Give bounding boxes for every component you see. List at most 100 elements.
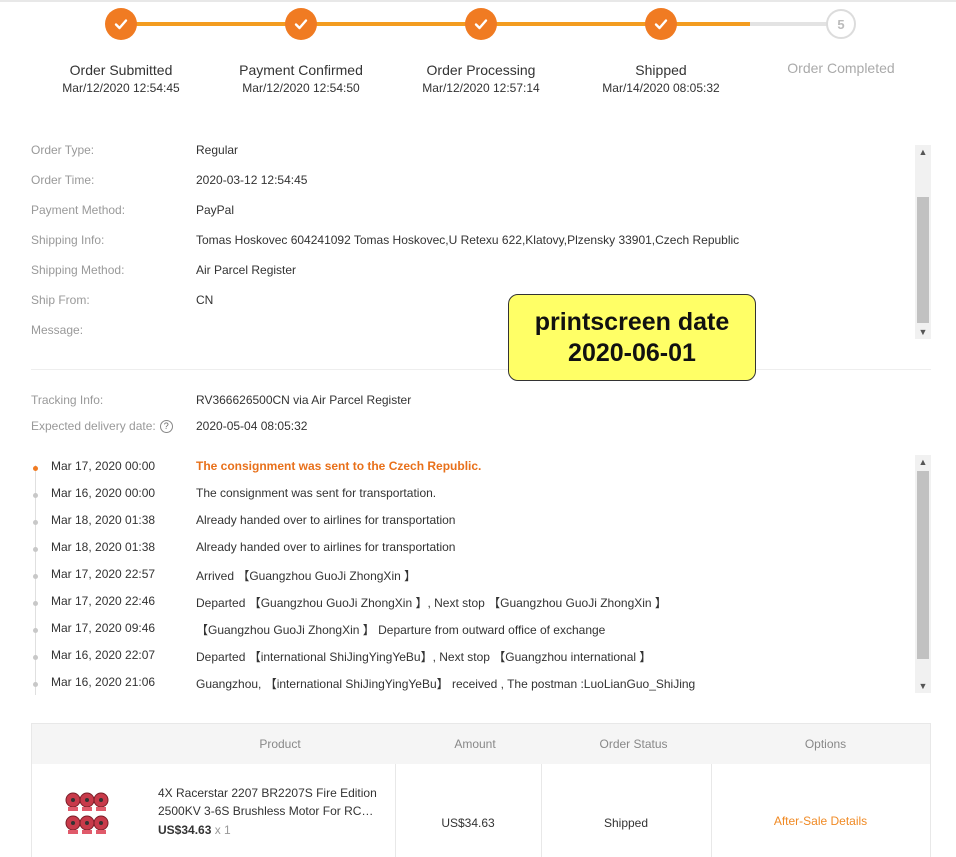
step-name: Payment Confirmed <box>239 62 363 78</box>
info-row-ship-from: Ship From: CN <box>31 293 911 311</box>
info-row-shipping-method: Shipping Method: Air Parcel Register <box>31 263 911 281</box>
info-row-order-type: Order Type: Regular <box>31 143 911 161</box>
step-date: Mar/12/2020 12:54:50 <box>242 81 360 95</box>
product-price: US$34.63 x 1 <box>158 823 231 837</box>
info-row-payment-method: Payment Method: PayPal <box>31 203 911 221</box>
info-label: Shipping Method: <box>31 263 125 277</box>
event-time: Mar 17, 2020 09:46 <box>51 621 156 635</box>
step-name: Order Completed <box>787 60 895 76</box>
check-icon <box>285 8 317 40</box>
expected-delivery-label: Expected delivery date: ? <box>31 419 173 433</box>
scroll-up-icon[interactable]: ▲ <box>915 145 931 159</box>
section-divider <box>31 369 931 370</box>
timeline-event: Mar 18, 2020 01:38 Already handed over t… <box>31 513 911 531</box>
step-order-submitted: Order Submitted Mar/12/2020 12:54:45 <box>31 0 211 95</box>
scrollbar-thumb[interactable] <box>917 471 929 659</box>
check-icon <box>465 8 497 40</box>
note-line: 2020-06-01 <box>568 338 696 367</box>
scroll-down-icon[interactable]: ▼ <box>915 325 931 339</box>
info-label: Order Type: <box>31 143 95 157</box>
timeline-dot-icon <box>33 466 38 471</box>
step-date: Mar/14/2020 08:05:32 <box>602 81 720 95</box>
event-time: Mar 17, 2020 22:46 <box>51 594 156 608</box>
info-row-order-time: Order Time: 2020-03-12 12:54:45 <box>31 173 911 191</box>
event-description: 【Guangzhou GuoJi ZhongXin 】 Departure fr… <box>196 623 606 637</box>
step-number-badge: 5 <box>826 9 856 39</box>
timeline-event: Mar 18, 2020 01:38 Already handed over t… <box>31 540 911 558</box>
step-order-processing: Order Processing Mar/12/2020 12:57:14 <box>391 0 571 95</box>
info-label: Message: <box>31 323 84 337</box>
event-description: The consignment was sent for transportat… <box>196 486 437 500</box>
tracking-scrollbar[interactable]: ▲ ▼ <box>915 455 931 693</box>
timeline-event: Mar 16, 2020 22:07 Departed 【internation… <box>31 648 911 666</box>
tracking-label: Tracking Info: <box>31 393 104 407</box>
tracking-info-row: Tracking Info: RV366626500CN via Air Par… <box>31 393 911 411</box>
timeline-event: Mar 17, 2020 00:00 The consignment was s… <box>31 459 911 477</box>
event-description: Departed 【Guangzhou GuoJi ZhongXin 】, Ne… <box>196 596 667 610</box>
step-name: Shipped <box>635 62 687 78</box>
event-time: Mar 16, 2020 22:07 <box>51 648 156 662</box>
product-title-link[interactable]: 4X Racerstar 2207 BR2207S Fire Edition 2… <box>158 784 388 820</box>
header-order-status: Order Status <box>599 737 668 751</box>
table-row: 4X Racerstar 2207 BR2207S Fire Edition 2… <box>32 764 930 857</box>
printscreen-date-note: printscreen date 2020-06-01 <box>508 294 756 381</box>
timeline-event: Mar 16, 2020 00:00 The consignment was s… <box>31 486 911 504</box>
timeline-dot-icon <box>33 682 38 687</box>
scroll-up-icon[interactable]: ▲ <box>915 455 931 469</box>
info-row-shipping-info: Shipping Info: Tomas Hoskovec 604241092 … <box>31 233 911 251</box>
event-description: Already handed over to airlines for tran… <box>196 513 456 527</box>
event-time: Mar 17, 2020 00:00 <box>51 459 156 473</box>
info-label: Order Time: <box>31 173 95 187</box>
after-sale-details-link[interactable]: After-Sale Details <box>711 814 930 828</box>
event-description: Already handed over to airlines for tran… <box>196 540 456 554</box>
event-description: Guangzhou, 【international ShiJingYingYeB… <box>196 677 696 691</box>
event-time: Mar 18, 2020 01:38 <box>51 513 156 527</box>
check-icon <box>645 8 677 40</box>
scroll-down-icon[interactable]: ▼ <box>915 679 931 693</box>
unit-price: US$34.63 <box>158 823 212 837</box>
step-payment-confirmed: Payment Confirmed Mar/12/2020 12:54:50 <box>211 0 391 95</box>
event-time: Mar 18, 2020 01:38 <box>51 540 156 554</box>
row-order-status: Shipped <box>603 816 649 830</box>
event-description: The consignment was sent to the Czech Re… <box>196 459 482 473</box>
info-value: 2020-03-12 12:54:45 <box>196 173 308 187</box>
timeline-dot-icon <box>33 655 38 660</box>
row-amount: US$34.63 <box>441 816 495 830</box>
info-row-message: Message: <box>31 323 911 341</box>
product-thumbnail[interactable] <box>62 789 112 835</box>
step-order-completed: 5 Order Completed <box>751 0 931 76</box>
info-label: Payment Method: <box>31 203 126 217</box>
info-value: CN <box>196 293 214 307</box>
timeline-dot-icon <box>33 601 38 606</box>
timeline-dot-icon <box>33 493 38 498</box>
info-value: PayPal <box>196 203 235 217</box>
timeline-dot-icon <box>33 574 38 579</box>
event-description: Arrived 【Guangzhou GuoJi ZhongXin 】 <box>196 569 417 583</box>
order-products-table: Product Amount Order Status Options 4X R… <box>31 723 931 857</box>
expected-delivery-row: Expected delivery date: ? 2020-05-04 08:… <box>31 419 911 437</box>
help-icon[interactable]: ? <box>159 419 173 433</box>
note-line: printscreen date <box>534 307 730 336</box>
timeline-dot-icon <box>33 547 38 552</box>
tracking-value: RV366626500CN via Air Parcel Register <box>196 393 412 407</box>
timeline-event: Mar 17, 2020 22:57 Arrived 【Guangzhou Gu… <box>31 567 911 585</box>
step-shipped: Shipped Mar/14/2020 08:05:32 <box>571 0 751 95</box>
event-description: Departed 【international ShiJingYingYeBu】… <box>196 650 652 664</box>
step-date: Mar/12/2020 12:54:45 <box>62 81 180 95</box>
quantity: x 1 <box>214 823 231 837</box>
timeline-dot-icon <box>33 628 38 633</box>
table-header: Product Amount Order Status Options <box>32 724 930 764</box>
info-scrollbar[interactable]: ▲ ▼ <box>915 145 931 339</box>
event-time: Mar 17, 2020 22:57 <box>51 567 156 581</box>
event-time: Mar 16, 2020 00:00 <box>51 486 156 500</box>
step-name: Order Submitted <box>69 62 173 78</box>
info-label: Ship From: <box>31 293 90 307</box>
tracking-timeline: Mar 17, 2020 00:00 The consignment was s… <box>31 455 911 695</box>
info-value: Regular <box>196 143 239 157</box>
info-label: Shipping Info: <box>31 233 105 247</box>
expected-delivery-label-text: Expected delivery date: <box>31 419 156 433</box>
timeline-event: Mar 17, 2020 22:46 Departed 【Guangzhou G… <box>31 594 911 612</box>
info-value: Tomas Hoskovec 604241092 Tomas Hoskovec,… <box>196 233 740 247</box>
check-icon <box>105 8 137 40</box>
scrollbar-thumb[interactable] <box>917 197 929 323</box>
